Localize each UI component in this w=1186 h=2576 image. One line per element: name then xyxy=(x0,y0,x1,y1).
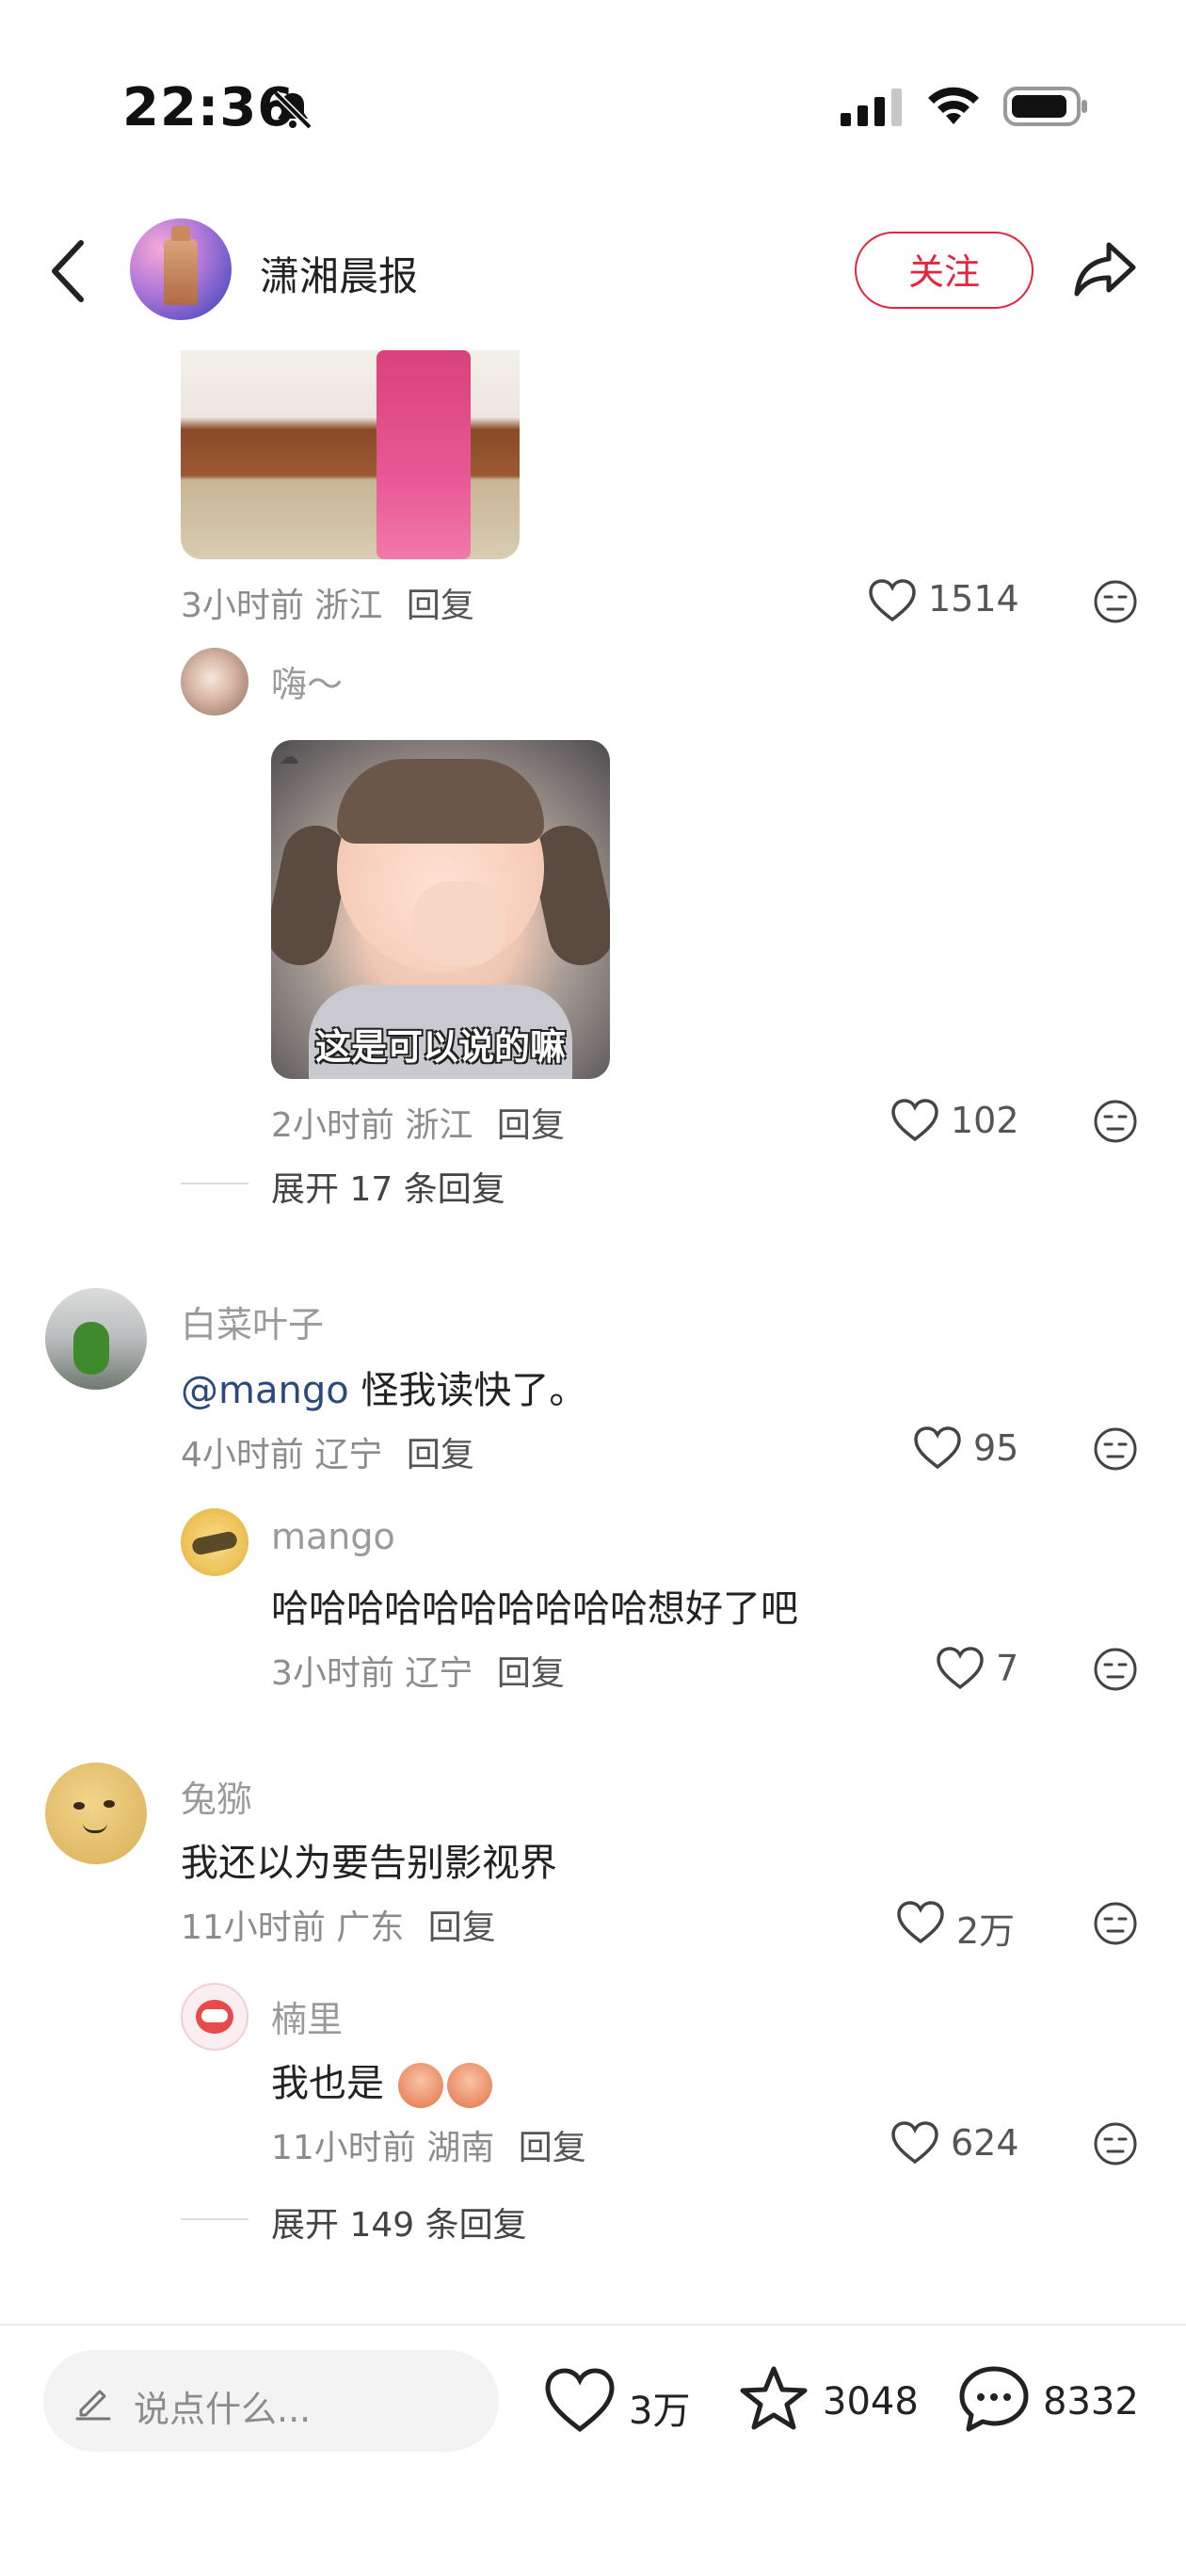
dislike-face-icon[interactable] xyxy=(1092,1425,1139,1473)
comment-meta: 2小时前 浙江 回复 xyxy=(271,1098,565,1147)
like-count: 7 xyxy=(996,1648,1019,1689)
like-heart-icon[interactable] xyxy=(936,1646,985,1691)
username[interactable]: 兔猕 xyxy=(181,1770,252,1822)
comment-time-location: 3小时前 辽宁 xyxy=(271,1654,473,1693)
like-count: 2万 xyxy=(956,1910,1016,1952)
bell-muted-icon xyxy=(273,90,313,130)
expand-replies-button[interactable]: 展开 149 条回复 xyxy=(271,2198,527,2246)
comment-bubble-icon[interactable] xyxy=(958,2365,1030,2433)
comment-time-location: 11小时前 湖南 xyxy=(271,2129,495,2167)
like-count: 624 xyxy=(951,2122,1019,2164)
star-icon[interactable] xyxy=(738,2365,809,2433)
dislike-face-icon[interactable] xyxy=(1092,1900,1139,1947)
emoji-sticker-icon xyxy=(446,2063,492,2108)
comment-image[interactable] xyxy=(181,350,520,559)
comment-text: @mango 怪我读快了。 xyxy=(181,1360,586,1414)
post-comment-count: 8332 xyxy=(1043,2380,1139,2423)
reply-button[interactable]: 回复 xyxy=(428,1908,496,1947)
share-icon[interactable] xyxy=(1071,235,1139,303)
avatar[interactable] xyxy=(181,648,248,716)
username[interactable]: 白菜叶子 xyxy=(181,1296,324,1347)
comment-meta: 3小时前 浙江 回复 xyxy=(181,578,474,627)
avatar[interactable] xyxy=(45,1763,147,1864)
like-count: 102 xyxy=(951,1100,1019,1141)
dislike-face-icon[interactable] xyxy=(1092,1646,1139,1693)
bottom-bar-divider xyxy=(0,2324,1186,2326)
like-heart-icon[interactable] xyxy=(890,1098,939,1143)
comment-time-location: 2小时前 浙江 xyxy=(271,1106,473,1145)
status-time: 22:36 xyxy=(122,77,296,138)
publisher-name[interactable]: 潇湘晨报 xyxy=(260,245,418,302)
reply-button[interactable]: 回复 xyxy=(497,1654,565,1693)
comment-image[interactable]: ☁︎ 这是可以说的嘛 xyxy=(271,740,610,1079)
comment-body: 怪我读快了。 xyxy=(348,1369,587,1412)
reply-button[interactable]: 回复 xyxy=(519,2129,586,2167)
like-count: 95 xyxy=(973,1427,1019,1469)
battery-icon xyxy=(1003,87,1087,126)
comment-text: 我也是 xyxy=(271,2053,492,2108)
comment-meta: 11小时前 湖南 回复 xyxy=(271,2120,586,2169)
comment-text: 我还以为要告别影视界 xyxy=(181,1842,557,1885)
expand-replies-button[interactable]: 展开 17 条回复 xyxy=(271,1162,505,1211)
avatar[interactable] xyxy=(181,1508,248,1576)
comment-time-location: 11小时前 广东 xyxy=(181,1908,405,1947)
post-favorite-count: 3048 xyxy=(823,2380,919,2423)
comment-meta: 11小时前 广东 回复 xyxy=(181,1900,496,1949)
comment-meta: 3小时前 辽宁 回复 xyxy=(271,1646,565,1695)
username[interactable]: mango xyxy=(271,1516,395,1557)
comment-time-location: 3小时前 浙江 xyxy=(181,587,383,625)
comment-input-placeholder[interactable]: 说点什么... xyxy=(134,2380,311,2432)
reply-button[interactable]: 回复 xyxy=(407,1436,474,1474)
like-heart-icon[interactable] xyxy=(544,2367,616,2435)
follow-button[interactable]: 关注 xyxy=(855,232,1034,309)
like-heart-icon[interactable] xyxy=(868,578,917,623)
publisher-avatar[interactable] xyxy=(130,218,232,320)
emoji-sticker-icon xyxy=(397,2063,443,2108)
dislike-face-icon[interactable] xyxy=(1092,1098,1139,1145)
pencil-icon xyxy=(75,2390,111,2421)
expand-divider xyxy=(181,1183,248,1184)
comment-meta: 4小时前 辽宁 回复 xyxy=(181,1427,474,1476)
reply-button[interactable]: 回复 xyxy=(497,1106,565,1145)
back-chevron-icon[interactable] xyxy=(47,235,88,307)
dislike-face-icon[interactable] xyxy=(1092,2120,1139,2167)
comment-text: 哈哈哈哈哈哈哈哈哈哈想好了吧 xyxy=(271,1587,798,1631)
expand-divider xyxy=(181,2218,248,2220)
like-heart-icon[interactable] xyxy=(890,2120,939,2165)
username[interactable]: 嗨～ xyxy=(271,655,343,707)
like-heart-icon[interactable] xyxy=(896,1900,945,1945)
like-heart-icon[interactable] xyxy=(913,1425,962,1471)
avatar[interactable] xyxy=(181,1983,248,2051)
cellular-signal-icon xyxy=(841,89,902,126)
wifi-icon xyxy=(928,87,979,124)
avatar[interactable] xyxy=(45,1288,147,1390)
dislike-face-icon[interactable] xyxy=(1092,578,1139,625)
mention-link[interactable]: @mango xyxy=(181,1369,349,1412)
post-like-count: 3万 xyxy=(629,2390,691,2433)
reply-button[interactable]: 回复 xyxy=(407,587,474,625)
comment-body: 我也是 xyxy=(271,2062,384,2105)
comment-time-location: 4小时前 辽宁 xyxy=(181,1436,383,1474)
image-caption: 这是可以说的嘛 xyxy=(314,1026,566,1068)
like-count: 1514 xyxy=(928,578,1019,620)
username[interactable]: 楠里 xyxy=(271,1990,343,2042)
